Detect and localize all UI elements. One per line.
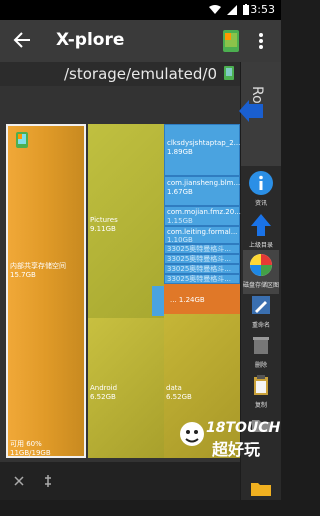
watermark-logo: 18TOUCH 超好玩 <box>178 416 281 459</box>
pie-chart-icon <box>250 254 272 276</box>
watermark-text: 18TOUCH <box>206 420 281 436</box>
arrow-up-icon <box>251 214 271 236</box>
signal-icon <box>227 4 237 15</box>
info-button[interactable]: 资讯 <box>243 168 279 212</box>
back-arrow-icon[interactable] <box>12 30 32 50</box>
disk-map: 内部共享存储空间 15.7GB 可用 60% 11GB/19GB Picture… <box>0 86 241 462</box>
file-block[interactable]: com.mojian.fmz.20... 1.15GB <box>164 206 241 226</box>
rename-label: 重命名 <box>251 322 270 329</box>
file-name: 33025奥特曼格斗... <box>167 275 231 283</box>
file-block[interactable]: 33025奥特曼格斗... <box>164 244 240 254</box>
wifi-icon <box>209 4 221 14</box>
folder-button[interactable] <box>243 472 279 516</box>
info-label: 资讯 <box>254 200 267 207</box>
android-folder-block[interactable]: Android 6.52GB <box>88 318 164 458</box>
watermark-sub: 超好玩 <box>212 440 261 459</box>
app-logo-icon <box>223 30 239 52</box>
arrow-left-icon <box>239 100 263 122</box>
current-path: /storage/emulated/0 <box>64 65 218 83</box>
status-icons <box>209 4 249 15</box>
data-size: 6.52GB <box>166 393 192 401</box>
status-bar: 3:53 <box>0 0 281 20</box>
parent-dir-label: 上级目录 <box>248 242 273 249</box>
file-block[interactable]: com.jiansheng.blm... 1.67GB <box>164 176 240 206</box>
pencil-icon <box>252 296 270 314</box>
pictures-name: Pictures <box>90 216 118 224</box>
internal-storage-size: 15.7GB <box>10 271 36 279</box>
internal-storage-ratio: 11GB/19GB <box>10 449 51 457</box>
internal-storage-block[interactable]: 内部共享存储空间 15.7GB 可用 60% 11GB/19GB <box>6 124 86 458</box>
device-icon <box>224 66 234 80</box>
data-name: data <box>166 384 182 392</box>
file-name: 33025奥特曼格斗... <box>167 245 231 253</box>
phone-icon <box>16 132 28 148</box>
app-bar: X-plore <box>0 20 281 62</box>
clipboard-icon <box>254 375 268 395</box>
internal-storage-name: 内部共享存储空间 <box>10 262 66 270</box>
delete-button[interactable]: 删除 <box>243 330 279 374</box>
pictures-size: 9.11GB <box>90 225 116 233</box>
info-icon <box>249 171 273 195</box>
file-name: 33025奥特曼格斗... <box>167 255 231 263</box>
copy-label: 复制 <box>254 402 267 409</box>
copy-button[interactable]: 复制 <box>243 370 279 414</box>
sort-icon[interactable] <box>44 475 52 487</box>
file-block[interactable]: 33025奥特曼格斗... <box>164 264 240 274</box>
internal-storage-usage: 可用 60% <box>10 440 42 448</box>
status-time: 3:53 <box>250 3 275 16</box>
app-title: X-plore <box>56 30 125 50</box>
other-files-size: ... 1.24GB <box>170 296 205 304</box>
file-name: clksdysjshtaptap_2... <box>167 139 241 147</box>
folder-yellow-icon <box>251 483 271 496</box>
disk-map-label: 磁盘存储区图 <box>243 282 280 289</box>
file-block[interactable]: com.leiting.formal... 1.10GB <box>164 226 240 244</box>
path-bar[interactable]: /storage/emulated/0 <box>0 62 240 86</box>
file-block[interactable]: 33025奥特曼格斗... <box>164 274 240 284</box>
file-size: 1.15GB <box>167 217 193 225</box>
rename-button[interactable]: 重命名 <box>243 290 279 334</box>
other-files-block[interactable]: ... 1.24GB <box>164 284 240 314</box>
parent-dir-button[interactable]: 上级目录 <box>243 210 279 254</box>
file-name: com.mojian.fmz.20... <box>167 208 241 216</box>
mascot-icon <box>180 422 204 446</box>
android-name: Android <box>90 384 118 392</box>
file-name: com.jiansheng.blm... <box>167 179 241 187</box>
file-size: 1.89GB <box>167 148 193 156</box>
file-name: 33025奥特曼格斗... <box>167 265 231 273</box>
file-block[interactable]: clksdysjshtaptap_2... 1.89GB <box>164 124 240 176</box>
file-block[interactable] <box>152 286 164 316</box>
battery-icon <box>243 4 249 15</box>
more-vert-icon[interactable] <box>258 32 264 50</box>
close-icon[interactable] <box>14 476 24 486</box>
delete-label: 删除 <box>254 362 267 369</box>
bottom-bar <box>0 462 240 500</box>
file-block[interactable]: 33025奥特曼格斗... <box>164 254 240 264</box>
android-size: 6.52GB <box>90 393 116 401</box>
trash-icon <box>253 337 269 354</box>
file-size: 1.67GB <box>167 188 193 196</box>
disk-map-button[interactable]: 磁盘存储区图 <box>243 250 279 294</box>
